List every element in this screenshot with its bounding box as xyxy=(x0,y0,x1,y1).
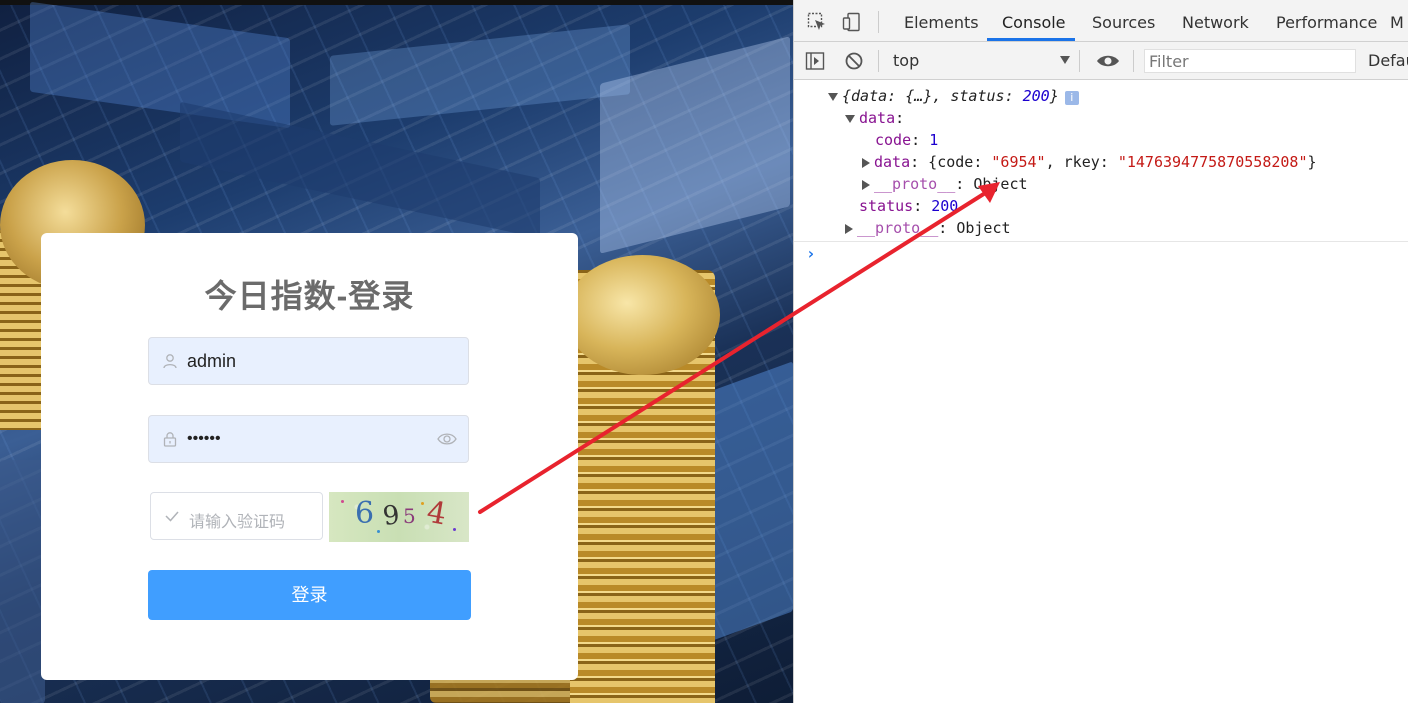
login-title: 今日指数-登录 xyxy=(204,278,415,314)
captcha-char: 9 xyxy=(380,499,402,533)
show-sidebar-icon[interactable] xyxy=(805,51,825,71)
console-divider xyxy=(794,241,1408,242)
collapse-triangle-icon[interactable] xyxy=(845,223,853,234)
toolbar-divider xyxy=(878,50,879,72)
tree-node-data[interactable]: data: xyxy=(845,109,904,127)
login-card: 今日指数-登录 admin •••••• 请输入验证码 6 9 5 4 登录 xyxy=(41,233,578,680)
devtools-panel: Elements Console Sources Network Perform… xyxy=(793,0,1408,703)
devtools-tab-bar: Elements Console Sources Network Perform… xyxy=(794,0,1408,42)
expand-triangle-icon[interactable] xyxy=(845,114,855,123)
tree-node-inner-data[interactable]: data: {code: "6954", rkey: "147639477587… xyxy=(862,153,1317,171)
lock-icon xyxy=(163,432,177,447)
collapse-triangle-icon[interactable] xyxy=(862,157,870,168)
background-chart-panel xyxy=(0,460,45,703)
captcha-char: 6 xyxy=(355,496,375,531)
toolbar-divider xyxy=(878,11,879,33)
login-page: 今日指数-登录 admin •••••• 请输入验证码 6 9 5 4 登录 xyxy=(0,0,793,703)
toolbar-divider xyxy=(1133,50,1134,72)
tab-console[interactable]: Console xyxy=(1002,13,1066,32)
captcha-placeholder: 请输入验证码 xyxy=(189,514,286,531)
device-toolbar-icon[interactable] xyxy=(842,12,862,32)
tab-elements[interactable]: Elements xyxy=(904,13,979,32)
info-badge-icon[interactable]: i xyxy=(1064,91,1079,105)
inspect-element-icon[interactable] xyxy=(807,12,827,32)
tree-node-proto[interactable]: __proto__: Object xyxy=(845,219,1011,237)
show-password-eye-icon[interactable] xyxy=(437,431,457,447)
clear-console-icon[interactable] xyxy=(844,51,864,71)
tab-more[interactable]: M xyxy=(1390,13,1404,32)
toolbar-divider xyxy=(1079,50,1080,72)
background-chart-panel xyxy=(330,24,630,126)
live-expression-eye-icon[interactable] xyxy=(1096,51,1120,71)
captcha-noise-dot xyxy=(377,530,380,533)
expand-triangle-icon[interactable] xyxy=(828,92,838,101)
active-tab-indicator xyxy=(987,38,1075,41)
password-value: •••••• xyxy=(187,430,221,447)
tab-sources[interactable]: Sources xyxy=(1092,13,1155,32)
captcha-noise-dot xyxy=(453,528,456,531)
tree-node-code: code: 1 xyxy=(875,131,939,149)
captcha-image[interactable]: 6 9 5 4 xyxy=(329,492,469,542)
filter-placeholder: Filter xyxy=(1149,52,1189,71)
tree-node-proto[interactable]: __proto__: Object xyxy=(862,175,1028,193)
password-field[interactable]: •••••• xyxy=(148,415,469,463)
filter-input[interactable]: Filter xyxy=(1144,49,1356,73)
captcha-input[interactable]: 请输入验证码 xyxy=(150,492,323,540)
log-levels-dropdown[interactable]: Defau xyxy=(1368,51,1408,70)
top-bar xyxy=(0,0,793,5)
coin-image xyxy=(565,255,720,375)
background-chart-panel xyxy=(30,1,290,129)
console-log-entry[interactable]: {data: {…}, status: 200} i xyxy=(828,87,1079,105)
tab-network[interactable]: Network xyxy=(1182,13,1249,32)
collapse-triangle-icon[interactable] xyxy=(862,179,870,190)
chevron-down-icon[interactable] xyxy=(1060,56,1070,64)
tree-node-status: status: 200 xyxy=(859,197,959,215)
captcha-noise-dot xyxy=(421,502,424,505)
username-value: admin xyxy=(187,351,237,371)
captcha-char: 5 xyxy=(403,504,416,528)
tab-performance[interactable]: Performance xyxy=(1276,13,1377,32)
captcha-noise-dot xyxy=(341,500,344,503)
username-field[interactable]: admin xyxy=(148,337,469,385)
console-prompt[interactable]: › xyxy=(806,244,816,263)
console-toolbar: top Filter Defau xyxy=(794,42,1408,80)
context-selector[interactable]: top xyxy=(893,51,919,70)
user-icon xyxy=(163,354,177,369)
login-button[interactable]: 登录 xyxy=(148,570,471,620)
check-icon xyxy=(165,511,179,522)
captcha-char: 4 xyxy=(424,494,449,533)
